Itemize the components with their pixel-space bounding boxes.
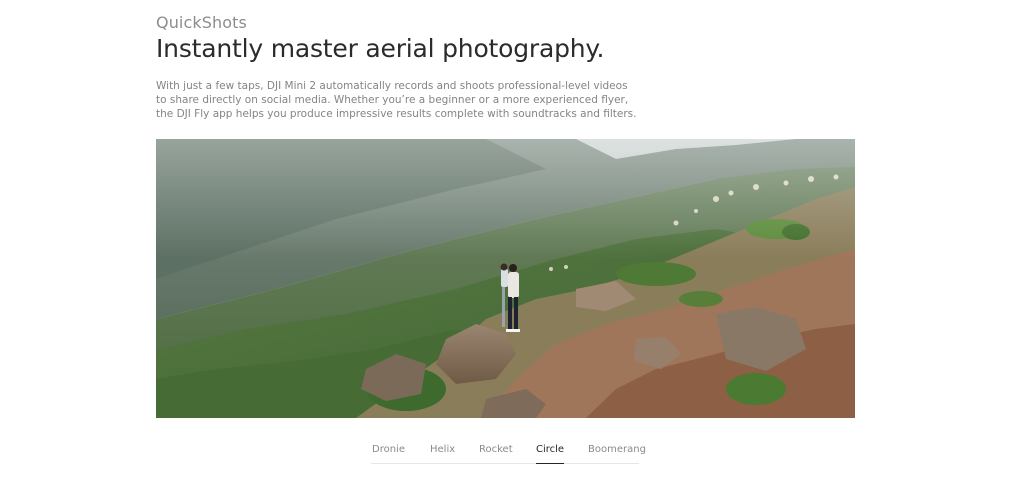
tab-helix[interactable]: Helix [430,444,455,455]
hero-video-frame[interactable] [156,139,855,418]
headline: Instantly master aerial photography. [156,34,605,63]
tab-circle[interactable]: Circle [536,444,565,464]
tab-rocket[interactable]: Rocket [479,444,513,455]
section-label: QuickShots [156,13,247,32]
tab-boomerang[interactable]: Boomerang [588,444,646,455]
description-line: the DJI Fly app helps you produce impres… [156,108,637,120]
people-figures [500,263,520,332]
description-line: With just a few taps, DJI Mini 2 automat… [156,80,628,92]
tab-dronie[interactable]: Dronie [372,444,405,455]
aerial-landscape-image [156,139,855,418]
description-line: to share directly on social media. Wheth… [156,94,629,106]
quickshots-section: QuickShots Instantly master aerial photo… [0,0,1024,488]
description: With just a few taps, DJI Mini 2 automat… [156,79,636,121]
quickshots-tabs: Dronie Helix Rocket Circle Boomerang [371,441,646,464]
